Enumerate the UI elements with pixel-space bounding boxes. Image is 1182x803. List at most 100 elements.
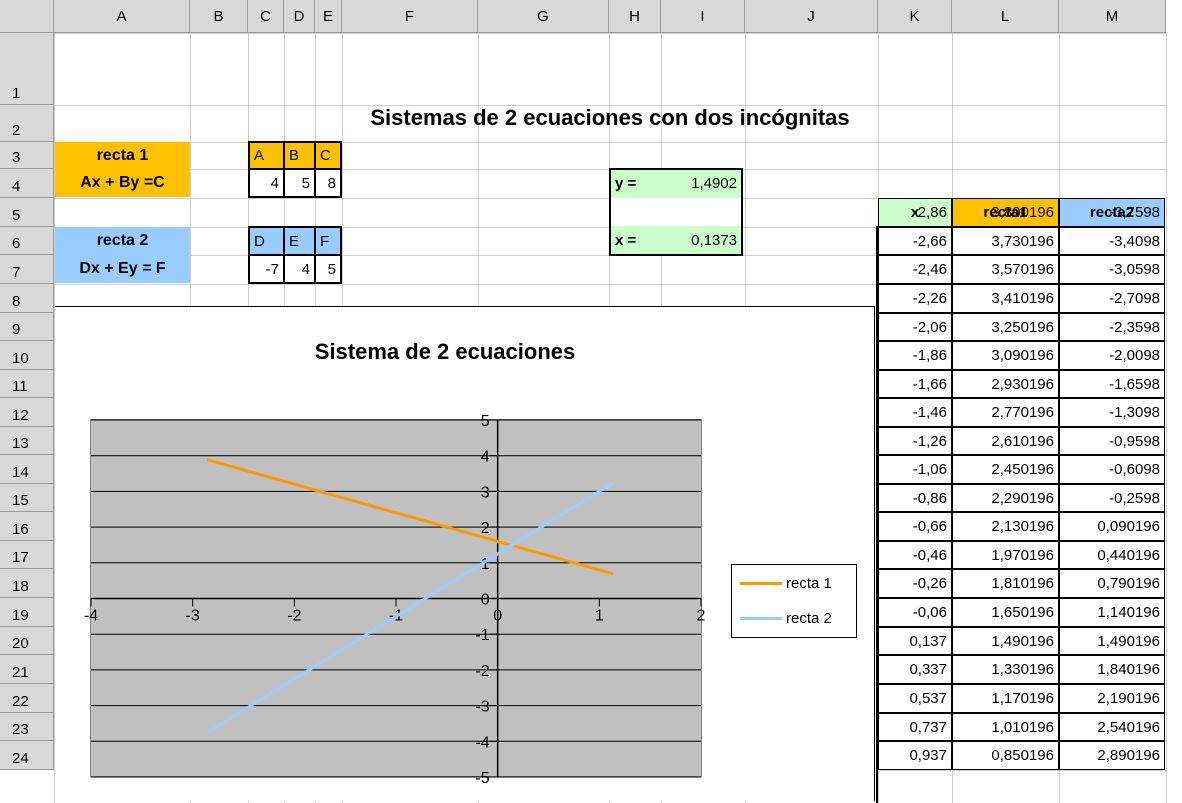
coef-header-d[interactable]: D — [249, 227, 284, 255]
column-header-l[interactable]: L — [952, 0, 1059, 33]
table-cell-recta2[interactable]: -1,6598 — [1059, 370, 1165, 398]
table-cell-recta2[interactable]: -0,6098 — [1059, 455, 1165, 484]
row-header-10[interactable]: 10 — [0, 341, 54, 370]
table-cell-recta1[interactable]: 2,930196 — [952, 370, 1059, 398]
table-cell-recta1[interactable]: 2,450196 — [952, 455, 1059, 484]
solution-y-label[interactable]: y = — [611, 170, 661, 197]
coef-value-d[interactable]: -7 — [249, 255, 284, 283]
coef-header-c[interactable]: C — [315, 142, 341, 169]
column-header-j[interactable]: J — [745, 0, 878, 33]
table-cell-recta2[interactable]: -0,2598 — [1059, 484, 1165, 512]
table-cell-recta1[interactable]: 2,770196 — [952, 398, 1059, 427]
row-header-15[interactable]: 15 — [0, 484, 54, 512]
column-header-h[interactable]: H — [609, 0, 661, 33]
column-header-e[interactable]: E — [315, 0, 342, 33]
table-cell-recta2[interactable]: -1,3098 — [1059, 398, 1165, 427]
table-cell-x[interactable]: -2,06 — [878, 313, 952, 341]
table-cell-recta2[interactable]: -2,0098 — [1059, 341, 1165, 370]
table-cell-x[interactable]: -0,46 — [878, 541, 952, 569]
table-cell-recta2[interactable]: -0,9598 — [1059, 427, 1165, 455]
table-cell-recta2[interactable]: 1,490196 — [1059, 627, 1165, 655]
column-header-b[interactable]: B — [190, 0, 248, 33]
table-cell-x[interactable]: -0,26 — [878, 569, 952, 598]
row-header-14[interactable]: 14 — [0, 455, 54, 484]
table-cell-recta2[interactable]: 2,190196 — [1059, 684, 1165, 713]
solution-y-value[interactable]: 1,4902 — [661, 170, 741, 197]
table-cell-x[interactable]: -2,66 — [878, 227, 952, 255]
row-header-23[interactable]: 23 — [0, 713, 54, 741]
table-cell-recta1[interactable]: 3,410196 — [952, 284, 1059, 313]
column-header-m[interactable]: M — [1059, 0, 1166, 33]
solution-x-label[interactable]: x = — [611, 227, 661, 254]
table-cell-recta1[interactable]: 2,290196 — [952, 484, 1059, 512]
row-header-7[interactable]: 7 — [0, 255, 54, 284]
table-cell-recta2[interactable]: 1,140196 — [1059, 598, 1165, 627]
row-header-1[interactable]: 1 — [0, 33, 54, 105]
table-cell-x[interactable]: -0,66 — [878, 512, 952, 541]
coef-value-c[interactable]: 8 — [315, 169, 341, 197]
row-header-9[interactable]: 9 — [0, 313, 54, 341]
row-header-24[interactable]: 24 — [0, 741, 54, 770]
table-cell-x[interactable]: -2,46 — [878, 255, 952, 284]
coef-header-b[interactable]: B — [284, 142, 315, 169]
table-cell-recta1[interactable]: 3,570196 — [952, 255, 1059, 284]
recta2-label-cell[interactable]: recta 2 — [55, 227, 190, 255]
table-cell-x[interactable]: -0,06 — [878, 598, 952, 627]
column-header-g[interactable]: G — [478, 0, 609, 33]
table-cell-recta1[interactable]: 3,730196 — [952, 227, 1059, 255]
table-cell-recta2[interactable]: 1,840196 — [1059, 655, 1165, 684]
column-header-f[interactable]: F — [342, 0, 478, 33]
table-cell-recta2[interactable]: 2,890196 — [1059, 741, 1165, 770]
row-header-18[interactable]: 18 — [0, 569, 54, 598]
table-cell-x[interactable]: -0,86 — [878, 484, 952, 512]
coef-header-a[interactable]: A — [249, 142, 284, 169]
table-cell-recta1[interactable]: 2,610196 — [952, 427, 1059, 455]
row-header-4[interactable]: 4 — [0, 169, 54, 198]
recta1-formula-cell[interactable]: Ax + By =C — [55, 169, 190, 197]
table-cell-x[interactable]: -1,46 — [878, 398, 952, 427]
row-header-3[interactable]: 3 — [0, 142, 54, 169]
table-cell-recta1[interactable]: 2,130196 — [952, 512, 1059, 541]
table-cell-x[interactable]: 0,737 — [878, 713, 952, 741]
table-cell-recta2[interactable]: -2,7098 — [1059, 284, 1165, 313]
table-cell-recta1[interactable]: 1,330196 — [952, 655, 1059, 684]
solution-x-value[interactable]: 0,1373 — [661, 227, 741, 254]
table-cell-recta2[interactable]: 0,440196 — [1059, 541, 1165, 569]
table-cell-recta2[interactable]: 0,790196 — [1059, 569, 1165, 598]
coef-header-e[interactable]: E — [284, 227, 315, 255]
table-cell-x[interactable]: -1,06 — [878, 455, 952, 484]
table-cell-x[interactable]: -2,86 — [878, 198, 952, 227]
table-cell-recta1[interactable]: 0,850196 — [952, 741, 1059, 770]
table-cell-recta2[interactable]: -3,7598 — [1059, 198, 1165, 227]
column-header-d[interactable]: D — [284, 0, 315, 33]
chart-legend[interactable]: recta 1 recta 2 — [731, 564, 857, 638]
column-header-k[interactable]: K — [878, 0, 952, 33]
sheet-title[interactable]: Sistemas de 2 ecuaciones con dos incógni… — [300, 103, 920, 133]
table-cell-recta2[interactable]: -3,0598 — [1059, 255, 1165, 284]
row-header-16[interactable]: 16 — [0, 512, 54, 541]
row-header-8[interactable]: 8 — [0, 284, 54, 313]
plot-area[interactable] — [90, 419, 702, 777]
table-cell-recta1[interactable]: 3,090196 — [952, 341, 1059, 370]
recta2-formula-cell[interactable]: Dx + Ey = F — [55, 255, 190, 283]
table-cell-x[interactable]: 0,937 — [878, 741, 952, 770]
table-cell-x[interactable]: -1,86 — [878, 341, 952, 370]
column-header-i[interactable]: I — [661, 0, 745, 33]
row-header-19[interactable]: 19 — [0, 598, 54, 627]
row-header-17[interactable]: 17 — [0, 541, 54, 569]
table-cell-recta2[interactable]: -3,4098 — [1059, 227, 1165, 255]
table-cell-recta2[interactable]: -2,3598 — [1059, 313, 1165, 341]
column-header-a[interactable]: A — [54, 0, 190, 33]
row-header-2[interactable]: 2 — [0, 105, 54, 142]
table-cell-x[interactable]: 0,337 — [878, 655, 952, 684]
table-cell-recta1[interactable]: 1,490196 — [952, 627, 1059, 655]
row-header-6[interactable]: 6 — [0, 227, 54, 255]
recta1-label-cell[interactable]: recta 1 — [55, 142, 190, 169]
table-cell-recta2[interactable]: 0,090196 — [1059, 512, 1165, 541]
row-header-21[interactable]: 21 — [0, 655, 54, 684]
table-cell-recta2[interactable]: 2,540196 — [1059, 713, 1165, 741]
table-cell-recta1[interactable]: 1,810196 — [952, 569, 1059, 598]
coef-value-f[interactable]: 5 — [315, 255, 341, 283]
coef-value-e[interactable]: 4 — [284, 255, 315, 283]
table-cell-x[interactable]: 0,537 — [878, 684, 952, 713]
